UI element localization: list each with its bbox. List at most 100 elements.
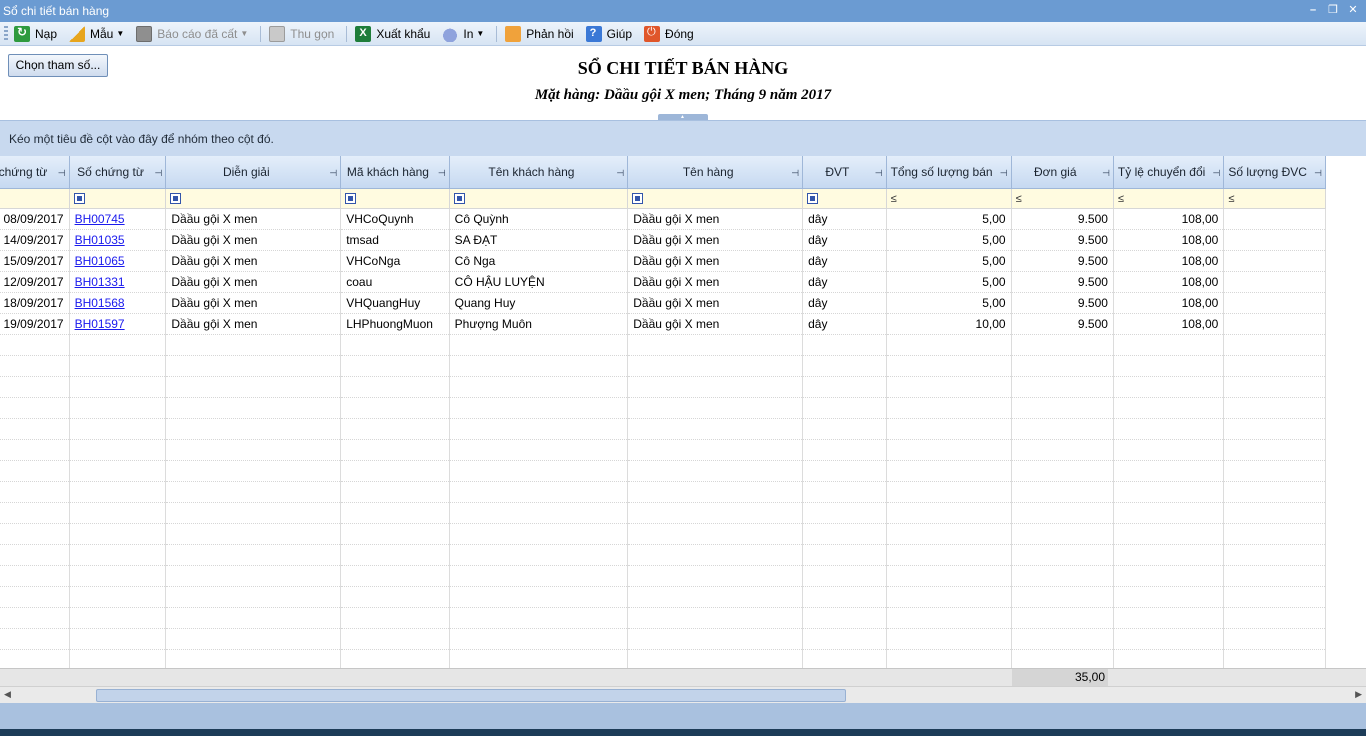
help-button[interactable]: Giúp xyxy=(585,24,632,44)
filter-cell[interactable] xyxy=(627,188,804,209)
table-cell[interactable]: CÔ HẬU LUYỆN xyxy=(449,271,629,293)
pin-icon[interactable]: ⊣ xyxy=(616,167,624,179)
pin-icon[interactable]: ⊣ xyxy=(875,167,883,179)
close-button[interactable]: Đóng xyxy=(644,24,694,44)
table-cell[interactable]: Dầầu gội X men xyxy=(165,229,342,251)
close-window-icon[interactable]: ✕ xyxy=(1346,3,1360,17)
filter-cell[interactable]: ≤ xyxy=(1011,188,1114,209)
column-header[interactable]: Mã khách hàng ⊣ xyxy=(340,156,450,189)
table-cell[interactable]: 5,00 xyxy=(886,229,1012,251)
table-cell[interactable]: 108,00 xyxy=(1113,271,1225,293)
filter-operator-icon[interactable] xyxy=(73,193,85,204)
pin-icon[interactable]: ⊣ xyxy=(1212,167,1220,179)
table-cell[interactable]: 108,00 xyxy=(1113,208,1225,230)
table-cell[interactable]: Phượng Muôn xyxy=(449,313,629,335)
document-link[interactable]: BH01065 xyxy=(75,254,125,268)
table-cell[interactable] xyxy=(1223,313,1326,335)
scroll-right-icon[interactable]: ▶ xyxy=(1355,689,1362,700)
pin-icon[interactable]: ⊣ xyxy=(791,167,799,179)
table-cell[interactable]: Dầầu gội X men xyxy=(627,292,804,314)
table-cell[interactable]: 9.500 xyxy=(1011,271,1114,293)
document-link[interactable]: BH01568 xyxy=(75,296,125,310)
table-cell[interactable]: Dầầu gội X men xyxy=(627,208,804,230)
document-link[interactable]: BH01035 xyxy=(75,233,125,247)
filter-cell[interactable] xyxy=(0,188,70,209)
filter-operator-icon[interactable] xyxy=(170,193,182,204)
table-cell[interactable]: tmsad xyxy=(340,229,450,251)
table-cell[interactable]: Dầầu gội X men xyxy=(627,229,804,251)
group-by-panel[interactable]: Kéo một tiêu đề cột vào đây để nhóm theo… xyxy=(0,120,1366,156)
table-cell[interactable] xyxy=(1223,208,1326,230)
pin-icon[interactable]: ⊣ xyxy=(438,167,446,179)
table-cell[interactable]: 108,00 xyxy=(1113,313,1225,335)
table-cell[interactable]: 108,00 xyxy=(1113,229,1225,251)
table-cell[interactable]: Cô Nga xyxy=(449,250,629,272)
filter-operator-le[interactable]: ≤ xyxy=(891,193,897,205)
table-cell[interactable]: 18/09/2017 xyxy=(0,292,70,314)
pin-icon[interactable]: ⊣ xyxy=(329,167,337,179)
table-cell[interactable]: Dầầu gội X men xyxy=(627,271,804,293)
filter-operator-le[interactable]: ≤ xyxy=(1228,193,1234,205)
table-cell[interactable]: dây xyxy=(802,292,887,314)
table-cell[interactable]: coau xyxy=(340,271,450,293)
pin-icon[interactable]: ⊣ xyxy=(1314,167,1322,179)
reload-button[interactable]: Nạp xyxy=(14,24,57,44)
filter-cell[interactable] xyxy=(340,188,450,209)
saved-reports-button[interactable]: Báo cáo đã cất ▼ xyxy=(136,24,248,44)
table-row[interactable]: 19/09/2017 BH01597 Dầầu gội X men LHPhuongM… xyxy=(0,313,1326,335)
table-cell[interactable]: 108,00 xyxy=(1113,292,1225,314)
column-header[interactable]: Số lượng ĐVC ⊣ xyxy=(1223,156,1326,189)
table-cell[interactable]: 12/09/2017 xyxy=(0,271,70,293)
pin-icon[interactable]: ⊣ xyxy=(1000,167,1008,179)
filter-operator-icon[interactable] xyxy=(345,193,357,204)
export-button[interactable]: Xuất khẩu xyxy=(355,24,430,44)
table-cell[interactable]: Dầầu gội X men xyxy=(165,250,342,272)
horizontal-scrollbar[interactable]: ◀ ▶ xyxy=(0,686,1366,703)
table-cell[interactable]: dây xyxy=(802,313,887,335)
filter-cell[interactable] xyxy=(449,188,629,209)
column-header[interactable]: Tên hàng ⊣ xyxy=(627,156,804,189)
table-cell[interactable]: LHPhuongMuon xyxy=(340,313,450,335)
table-cell[interactable]: dây xyxy=(802,229,887,251)
table-cell[interactable]: 08/09/2017 xyxy=(0,208,70,230)
table-row[interactable]: 12/09/2017 BH01331 Dầầu gội X men coau CÔ HẬ… xyxy=(0,271,1326,293)
document-link[interactable]: BH00745 xyxy=(75,212,125,226)
collapse-button[interactable]: Thu gọn xyxy=(269,24,334,44)
column-header[interactable]: Đơn giá ⊣ xyxy=(1011,156,1114,189)
table-cell[interactable]: 9.500 xyxy=(1011,292,1114,314)
document-link[interactable]: BH01597 xyxy=(75,317,125,331)
restore-icon[interactable]: ❐ xyxy=(1326,3,1340,17)
filter-operator-icon[interactable] xyxy=(632,193,644,204)
scroll-left-icon[interactable]: ◀ xyxy=(4,689,11,700)
feedback-button[interactable]: Phản hồi xyxy=(505,24,574,44)
table-row[interactable]: 08/09/2017 BH00745 Dầầu gội X men VHCoQuynh… xyxy=(0,208,1326,230)
column-header[interactable]: Diễn giải ⊣ xyxy=(165,156,342,189)
table-cell[interactable]: Quang Huy xyxy=(449,292,629,314)
table-cell[interactable] xyxy=(1223,229,1326,251)
filter-operator-icon[interactable] xyxy=(807,193,819,204)
pin-icon[interactable]: ⊣ xyxy=(1102,167,1110,179)
filter-cell[interactable] xyxy=(165,188,342,209)
filter-operator-icon[interactable] xyxy=(453,193,465,204)
table-cell[interactable]: VHCoNga xyxy=(340,250,450,272)
filter-cell[interactable]: ≤ xyxy=(886,188,1012,209)
table-cell[interactable]: dây xyxy=(802,208,887,230)
table-cell[interactable]: dây xyxy=(802,250,887,272)
table-cell[interactable]: Dầầu gội X men xyxy=(165,292,342,314)
filter-cell[interactable]: ≤ xyxy=(1223,188,1326,209)
table-cell[interactable]: 14/09/2017 xyxy=(0,229,70,251)
column-header[interactable]: Tên khách hàng ⊣ xyxy=(449,156,629,189)
filter-operator-le[interactable]: ≤ xyxy=(1016,193,1022,205)
document-link[interactable]: BH01331 xyxy=(75,275,125,289)
column-header[interactable]: Số chứng từ ⊣ xyxy=(69,156,167,189)
table-cell[interactable]: VHCoQuynh xyxy=(340,208,450,230)
column-header[interactable]: Tổng số lượng bán ⊣ xyxy=(886,156,1012,189)
table-cell[interactable]: 9.500 xyxy=(1011,313,1114,335)
table-cell[interactable]: 108,00 xyxy=(1113,250,1225,272)
table-cell[interactable]: 5,00 xyxy=(886,250,1012,272)
table-row[interactable]: 15/09/2017 BH01065 Dầầu gội X men VHCoNga Cô… xyxy=(0,250,1326,272)
table-cell[interactable]: 5,00 xyxy=(886,208,1012,230)
table-cell[interactable]: Dầầu gội X men xyxy=(165,271,342,293)
table-cell[interactable]: Dầầu gội X men xyxy=(165,208,342,230)
table-row[interactable]: 14/09/2017 BH01035 Dầầu gội X men tmsad SA Đ… xyxy=(0,229,1326,251)
